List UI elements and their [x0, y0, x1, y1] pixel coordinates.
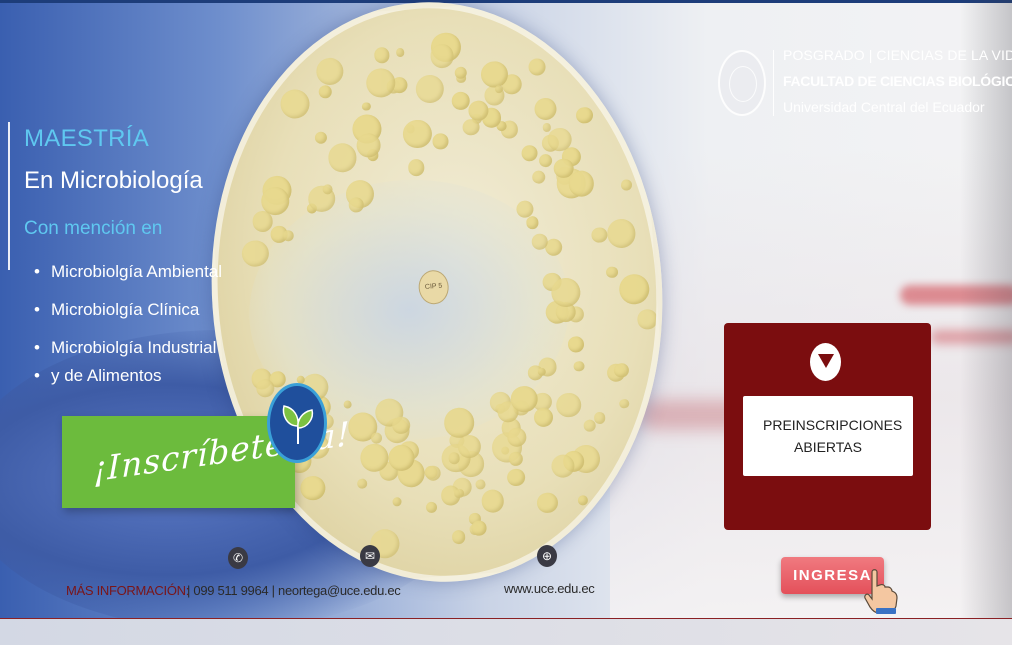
colony-layer [199, 0, 658, 559]
preinscription-card: PREINSCRIPCIONES ABIERTAS [724, 323, 931, 530]
bacterial-colony [402, 118, 433, 150]
university-seal-icon [718, 50, 766, 116]
bacterial-colony [532, 407, 554, 428]
bacterial-colony [613, 363, 630, 379]
bacterial-colony [451, 91, 471, 111]
chevron-down-icon [810, 343, 841, 381]
bacterial-colony [395, 47, 405, 57]
bacterial-colony [429, 43, 455, 69]
brand-line-2: FACULTAD DE CIENCIAS BIOLÓGICAS [783, 73, 1012, 89]
bacterial-colony [573, 360, 585, 373]
bacterial-colony [255, 378, 275, 398]
bacterial-colony [618, 272, 651, 305]
mention-item: Microbiolgía Clínica [34, 300, 199, 320]
bacterial-colony [506, 427, 527, 448]
inscribete-button[interactable]: ¡Inscríbete ya! [62, 414, 351, 508]
bacterial-colony [531, 169, 546, 185]
program-name: En Microbiología [24, 167, 203, 194]
bacterial-colony [443, 407, 475, 439]
bacterial-colony [475, 479, 486, 490]
logo-divider [773, 50, 774, 116]
bacterial-colony [425, 465, 442, 482]
website-link[interactable]: www.uce.edu.ec [504, 581, 595, 596]
brand-line-1: POSGRADO | CIENCIAS DE LA VIDA [783, 47, 1012, 63]
bacterial-colony [392, 415, 411, 435]
bacterial-colony [575, 106, 594, 124]
bacterial-colony [577, 495, 589, 506]
mention-item: Microbiolgía Ambiental [34, 262, 222, 282]
bacterial-colony [525, 216, 540, 230]
banner: CIP 5 POSGRADO | CIENCIAS DE LA VIDA FAC… [0, 0, 1012, 645]
bacterial-colony [508, 451, 524, 467]
bacterial-colony [327, 142, 358, 173]
mail-icon[interactable]: ✉ [360, 545, 380, 567]
bottom-band [0, 619, 1012, 645]
bacterial-colony [593, 411, 606, 425]
bacterial-colony [356, 478, 368, 490]
bacterial-colony [507, 468, 526, 487]
bacterial-colony [315, 56, 345, 87]
mention-item: Microbiolgía Industrial [34, 338, 216, 358]
bacterial-colony [373, 46, 391, 64]
bacterial-colony [391, 496, 402, 507]
brand-line-3: Universidad Central del Ecuador [783, 99, 985, 115]
bacterial-colony [555, 391, 582, 419]
bacterial-colony [318, 84, 333, 99]
bacterial-colony [637, 308, 658, 330]
preinscription-text: PREINSCRIPCIONES ABIERTAS [763, 417, 903, 455]
bacterial-colony [314, 131, 328, 145]
bacterial-colony [605, 218, 637, 249]
bacterial-colony [618, 398, 630, 409]
bacterial-colony [370, 432, 383, 445]
bacterial-colony [462, 118, 480, 136]
bacterial-colony [480, 488, 505, 514]
bacterial-colony [431, 133, 449, 150]
contact-details[interactable]: | 099 511 9964 | neortega@uce.edu.ec [187, 583, 401, 598]
bacterial-colony [591, 227, 608, 244]
bacterial-colony [425, 501, 438, 514]
bacterial-colony [567, 335, 585, 353]
bacterial-colony [471, 520, 487, 536]
top-rule [0, 0, 1012, 3]
left-rule [8, 122, 10, 270]
mention-label: Con mención en [24, 218, 163, 239]
info-label: MÁS INFORMACIÓN: [66, 583, 190, 598]
bacterial-colony [494, 84, 504, 94]
globe-icon[interactable]: ⊕ [537, 545, 557, 567]
degree-label: MAESTRÍA [24, 125, 150, 152]
bacterial-colony [534, 97, 558, 122]
bacterial-colony [361, 101, 372, 112]
bacterial-colony [407, 159, 425, 177]
bacterial-colony [365, 67, 396, 99]
right-fade [960, 0, 1012, 645]
bacterial-colony [521, 144, 539, 163]
bacterial-colony [567, 170, 595, 198]
bacterial-colony [451, 529, 466, 545]
bacterial-colony [414, 73, 445, 104]
bacterial-colony [620, 179, 633, 191]
pointer-hand-icon [864, 569, 898, 614]
whatsapp-icon[interactable]: ✆ [228, 547, 248, 569]
bacterial-colony [536, 491, 559, 514]
bacterial-colony [279, 88, 311, 120]
bacterial-colony [453, 488, 465, 499]
leaf-icon [267, 383, 327, 463]
bacterial-colony [527, 58, 546, 77]
bacterial-colony [516, 199, 535, 218]
bacterial-colony [299, 474, 326, 502]
mention-item: y de Alimentos [34, 366, 162, 386]
preinscription-box[interactable]: PREINSCRIPCIONES ABIERTAS [743, 396, 913, 476]
bacterial-colony [606, 266, 619, 279]
bacterial-colony [538, 153, 553, 168]
